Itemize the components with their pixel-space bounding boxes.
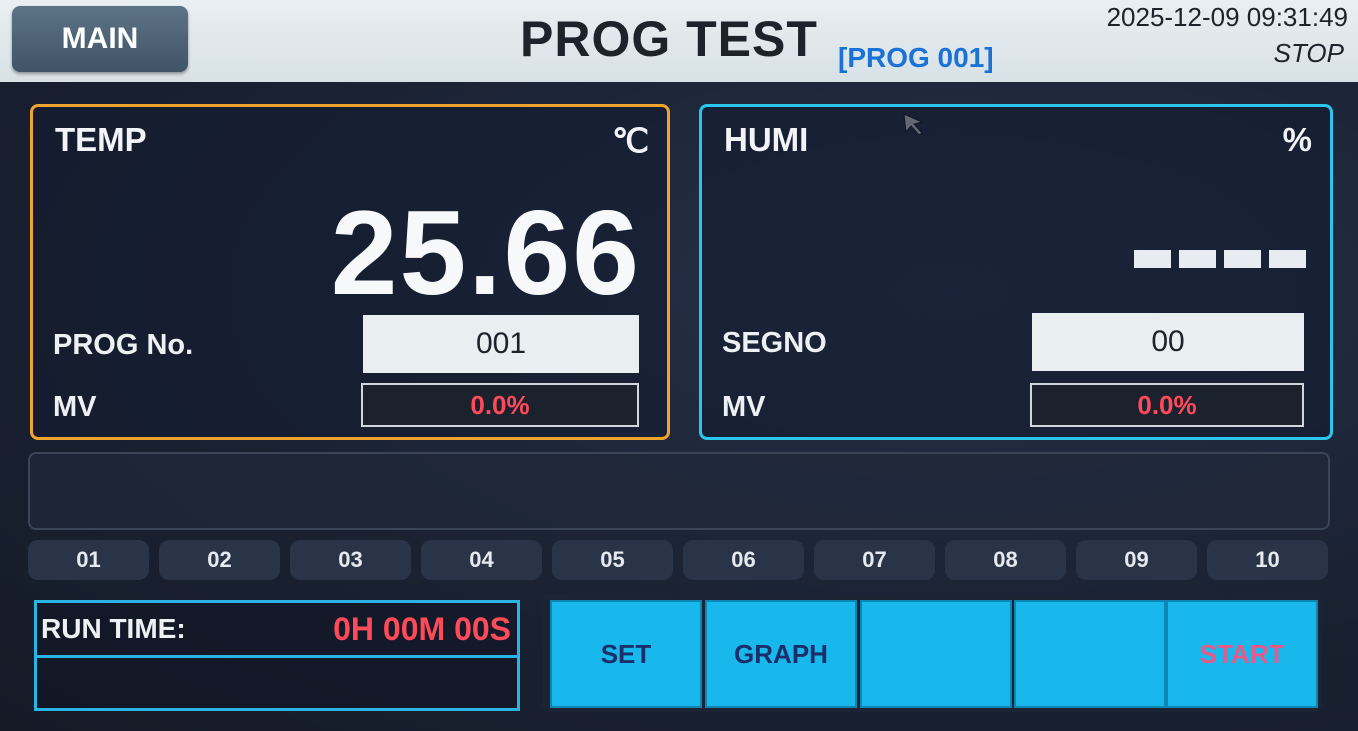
temp-mv-value: 0.0% <box>361 383 639 427</box>
temp-label: TEMP <box>55 121 147 158</box>
main-button[interactable]: MAIN <box>12 6 188 72</box>
humi-mv-label: MV <box>722 391 766 423</box>
step-01[interactable]: 01 <box>28 540 149 580</box>
run-time-label: RUN TIME: <box>41 613 186 644</box>
step-08[interactable]: 08 <box>945 540 1066 580</box>
graph-button[interactable]: GRAPH <box>705 600 857 708</box>
temp-panel: TEMP ℃ 25.66 PROG No. 001 MV 0.0% <box>30 104 670 440</box>
run-time-value: 0H 00M 00S <box>333 611 511 647</box>
step-06[interactable]: 06 <box>683 540 804 580</box>
humi-label: HUMI <box>724 121 809 158</box>
prog-number-field[interactable]: 001 <box>363 315 639 373</box>
set-button[interactable]: SET <box>550 600 702 708</box>
step-indicator-row: 01 02 03 04 05 06 07 08 09 10 <box>28 540 1328 580</box>
run-state: STOP <box>1273 38 1344 68</box>
blank-button-1[interactable] <box>860 600 1012 708</box>
dash-segment <box>1224 250 1261 268</box>
humi-value-placeholder <box>1134 250 1306 268</box>
datetime-display: 2025-12-09 09:31:49 <box>1106 2 1348 32</box>
program-subtitle: [PROG 001] <box>838 42 994 73</box>
run-time-row: RUN TIME: 0H 00M 00S <box>37 603 517 658</box>
step-03[interactable]: 03 <box>290 540 411 580</box>
temp-value: 25.66 <box>330 186 641 320</box>
step-07[interactable]: 07 <box>814 540 935 580</box>
segno-label: SEGNO <box>722 327 827 359</box>
header-bar: MAIN PROG TEST [PROG 001] 2025-12-09 09:… <box>0 0 1358 82</box>
function-button-row: SET GRAPH START <box>542 594 1322 712</box>
blank-button-2[interactable] <box>1014 600 1166 708</box>
start-button[interactable]: START <box>1166 600 1318 708</box>
run-time-box: RUN TIME: 0H 00M 00S <box>34 600 520 711</box>
dash-segment <box>1179 250 1216 268</box>
temp-mv-label: MV <box>53 391 97 423</box>
step-02[interactable]: 02 <box>159 540 280 580</box>
dash-segment <box>1134 250 1171 268</box>
humi-unit: % <box>1282 121 1312 158</box>
page-title: PROG TEST <box>520 11 818 67</box>
prog-number-label: PROG No. <box>53 329 194 361</box>
humi-panel: HUMI % SEGNO 00 MV 0.0% <box>699 104 1333 440</box>
message-bar <box>28 452 1330 530</box>
humi-mv-value: 0.0% <box>1030 383 1304 427</box>
dash-segment <box>1269 250 1306 268</box>
step-10[interactable]: 10 <box>1207 540 1328 580</box>
step-05[interactable]: 05 <box>552 540 673 580</box>
temp-unit: ℃ <box>611 122 649 159</box>
step-04[interactable]: 04 <box>421 540 542 580</box>
step-09[interactable]: 09 <box>1076 540 1197 580</box>
segno-field[interactable]: 00 <box>1032 313 1304 371</box>
